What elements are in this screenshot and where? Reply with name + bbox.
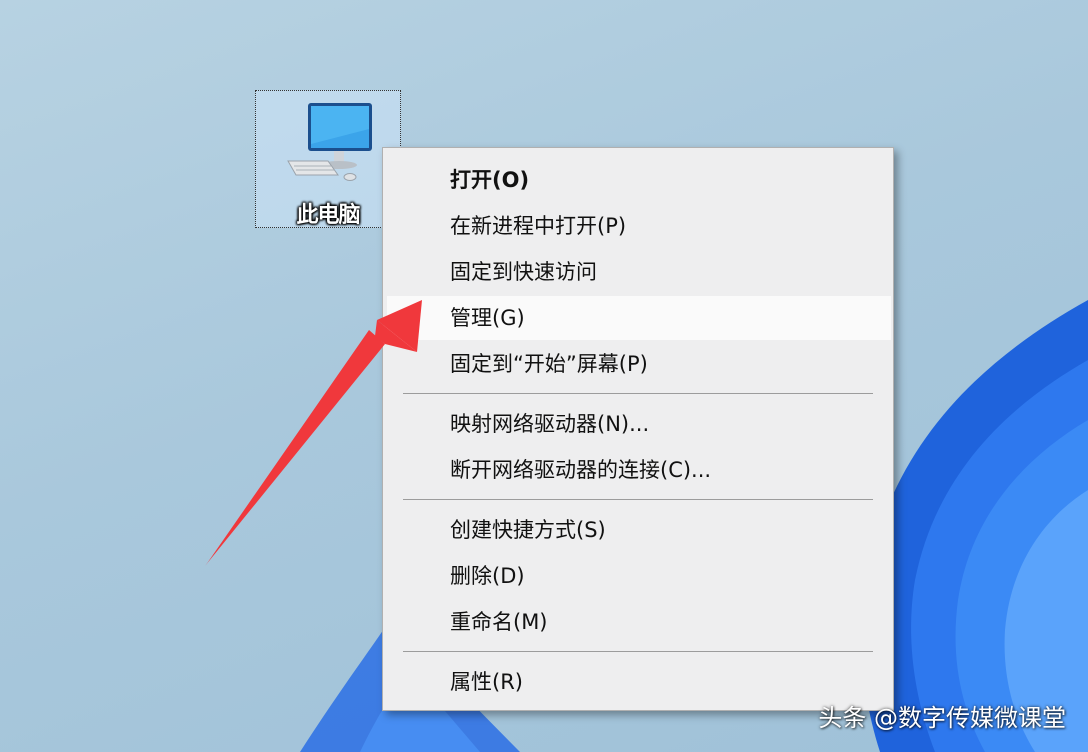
menu-item-pin-start[interactable]: 固定到“开始”屏幕(P) [383,342,893,386]
menu-item-rename[interactable]: 重命名(M) [383,600,893,644]
menu-item-manage[interactable]: 管理(G) [387,296,891,340]
this-pc-desktop-icon[interactable]: 此电脑 [255,90,401,228]
menu-item-create-shortcut[interactable]: 创建快捷方式(S) [383,508,893,552]
menu-separator [403,651,873,652]
menu-item-open-new-process[interactable]: 在新进程中打开(P) [383,204,893,248]
desktop: 此电脑 打开(O) 在新进程中打开(P) 固定到快速访问 管理(G) 固定到“开… [0,0,1088,752]
menu-separator [403,499,873,500]
menu-item-open[interactable]: 打开(O) [383,158,893,202]
watermark: 头条 @数字传媒微课堂 [818,704,1066,732]
menu-item-pin-quick-access[interactable]: 固定到快速访问 [383,250,893,294]
menu-item-map-network-drive[interactable]: 映射网络驱动器(N)... [383,402,893,446]
menu-separator [403,393,873,394]
menu-item-delete[interactable]: 删除(D) [383,554,893,598]
context-menu: 打开(O) 在新进程中打开(P) 固定到快速访问 管理(G) 固定到“开始”屏幕… [382,147,894,711]
menu-item-properties[interactable]: 属性(R) [383,660,893,704]
computer-icon [287,103,372,181]
this-pc-label: 此电脑 [296,203,360,228]
menu-item-disconnect-network-drive[interactable]: 断开网络驱动器的连接(C)... [383,448,893,492]
